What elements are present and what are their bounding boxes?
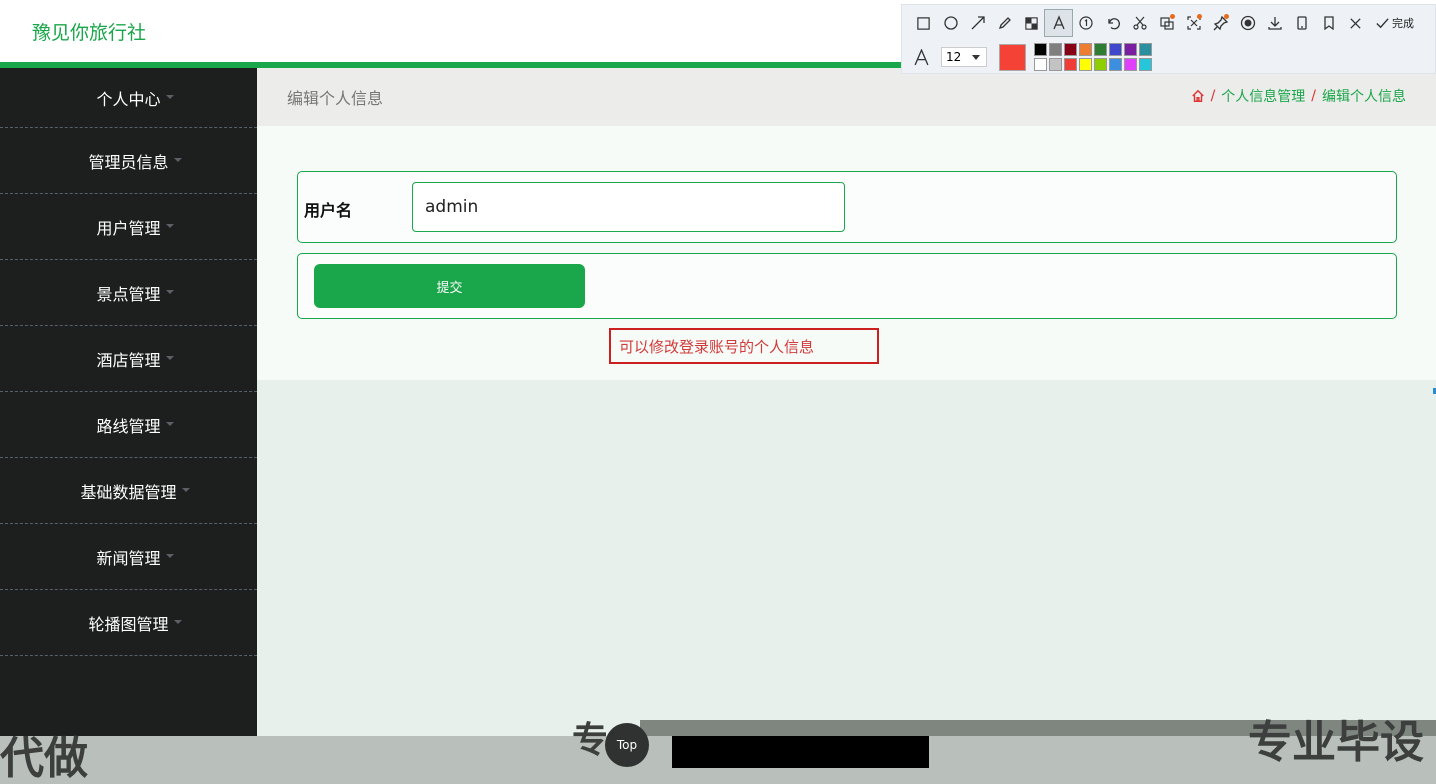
color-swatch[interactable] [1064, 58, 1077, 71]
done-label: 完成 [1392, 17, 1414, 30]
color-swatch[interactable] [1049, 58, 1062, 71]
sidebar-item-label: 轮播图管理 [88, 614, 169, 634]
caret-down-icon [182, 487, 190, 492]
caret-down-icon [166, 355, 174, 360]
current-color-swatch[interactable] [999, 43, 1026, 71]
toolbar-style-row: 12 [902, 41, 1436, 73]
device-icon[interactable] [1288, 10, 1315, 36]
caret-down-icon [166, 289, 174, 294]
banner-black-block [672, 736, 929, 768]
sidebar-item-carousel-management[interactable]: 轮播图管理 [0, 590, 257, 656]
username-row: 用户名 [297, 171, 1397, 243]
caret-down-icon [166, 94, 174, 99]
color-swatch[interactable] [1034, 43, 1047, 56]
submit-button[interactable]: 提交 [314, 264, 585, 308]
caret-down-icon [166, 223, 174, 228]
caret-down-icon [174, 619, 182, 624]
banner-text-right: 专业毕设 [1248, 717, 1424, 768]
sidebar-item-route-management[interactable]: 路线管理 [0, 392, 257, 458]
caret-down-icon [174, 157, 182, 162]
color-swatch[interactable] [1049, 43, 1062, 56]
sidebar-item-label: 用户管理 [96, 218, 161, 238]
sidebar-nav: 个人中心 管理员信息 用户管理 景点管理 酒店管理 路线管理 基础数据管理 新闻… [0, 68, 257, 736]
sidebar-item-user-management[interactable]: 用户管理 [0, 194, 257, 260]
banner-text-left: 代做 [0, 733, 88, 784]
font-size-value: 12 [946, 50, 962, 64]
sidebar-item-label: 基础数据管理 [80, 482, 177, 502]
color-palette [1034, 43, 1152, 71]
ocr-icon[interactable] [1153, 10, 1180, 36]
back-to-top-button[interactable]: Top [605, 723, 649, 767]
sidebar-item-admin-info[interactable]: 管理员信息 [0, 128, 257, 194]
color-swatch[interactable] [1124, 43, 1137, 56]
color-swatch[interactable] [1124, 58, 1137, 71]
text-icon[interactable] [1044, 9, 1073, 37]
color-swatch[interactable] [1079, 43, 1092, 56]
close-icon[interactable] [1342, 10, 1369, 36]
annotation-toolbar: 完成 12 [901, 4, 1436, 74]
sidebar-item-hotel-management[interactable]: 酒店管理 [0, 326, 257, 392]
font-icon [908, 44, 935, 70]
toolbar-tools-row: 完成 [902, 7, 1436, 39]
sidebar-item-base-data[interactable]: 基础数据管理 [0, 458, 257, 524]
bookmark-icon[interactable] [1315, 10, 1342, 36]
submit-row: 提交 [297, 253, 1397, 319]
sidebar-item-scenic-management[interactable]: 景点管理 [0, 260, 257, 326]
breadcrumb: / 个人信息管理 / 编辑个人信息 [1191, 86, 1406, 106]
sidebar-item-news-management[interactable]: 新闻管理 [0, 524, 257, 590]
form-panel: 用户名 提交 可以修改登录账号的个人信息 [257, 126, 1436, 380]
annotation-text: 可以修改登录账号的个人信息 [619, 338, 815, 356]
color-swatch[interactable] [1139, 58, 1152, 71]
sidebar-item-label: 管理员信息 [88, 152, 169, 172]
breadcrumb-item-edit-profile[interactable]: 编辑个人信息 [1322, 86, 1406, 106]
sidebar-item-label: 景点管理 [96, 284, 161, 304]
breadcrumb-separator: / [1311, 88, 1316, 104]
color-swatch[interactable] [1034, 58, 1047, 71]
username-label: 用户名 [304, 201, 353, 220]
page-title: 编辑个人信息 [287, 89, 384, 108]
annotation-text-box[interactable]: 可以修改登录账号的个人信息 [609, 328, 879, 364]
sidebar-item-label: 路线管理 [96, 416, 161, 436]
done-button[interactable]: 完成 [1369, 10, 1414, 36]
check-icon [1376, 17, 1389, 28]
ellipse-icon[interactable] [937, 10, 964, 36]
sidebar-item-personal-center[interactable]: 个人中心 [0, 68, 257, 128]
breadcrumb-bar: 编辑个人信息 / 个人信息管理 / 编辑个人信息 [257, 68, 1436, 126]
caret-down-icon [166, 421, 174, 426]
color-swatch[interactable] [1109, 43, 1122, 56]
number-icon[interactable] [1072, 10, 1099, 36]
username-input[interactable] [412, 182, 845, 232]
arrow-icon[interactable] [964, 10, 991, 36]
rectangle-icon[interactable] [910, 10, 937, 36]
record-icon[interactable] [1234, 10, 1261, 36]
sidebar-item-label: 个人中心 [96, 89, 161, 109]
color-swatch[interactable] [1064, 43, 1077, 56]
color-swatch[interactable] [1094, 58, 1107, 71]
mosaic-icon[interactable] [1018, 10, 1045, 36]
breadcrumb-item-profile-management[interactable]: 个人信息管理 [1221, 86, 1305, 106]
download-icon[interactable] [1261, 10, 1288, 36]
font-size-select[interactable]: 12 [941, 47, 987, 67]
banner-text-mid: 专 [572, 720, 609, 761]
color-swatch[interactable] [1139, 43, 1152, 56]
color-swatch[interactable] [1079, 58, 1092, 71]
crop-icon[interactable] [1180, 10, 1207, 36]
brand-title[interactable]: 豫见你旅行社 [32, 18, 146, 45]
color-swatch[interactable] [1094, 43, 1107, 56]
color-swatch[interactable] [1109, 58, 1122, 71]
undo-icon[interactable] [1099, 10, 1126, 36]
caret-down-icon [166, 553, 174, 558]
home-icon[interactable] [1191, 89, 1205, 103]
sidebar-item-label: 新闻管理 [96, 548, 161, 568]
pin-icon[interactable] [1207, 10, 1234, 36]
sidebar-item-label: 酒店管理 [96, 350, 161, 370]
pencil-icon[interactable] [991, 10, 1018, 36]
cut-icon[interactable] [1126, 10, 1153, 36]
breadcrumb-separator: / [1210, 88, 1216, 104]
